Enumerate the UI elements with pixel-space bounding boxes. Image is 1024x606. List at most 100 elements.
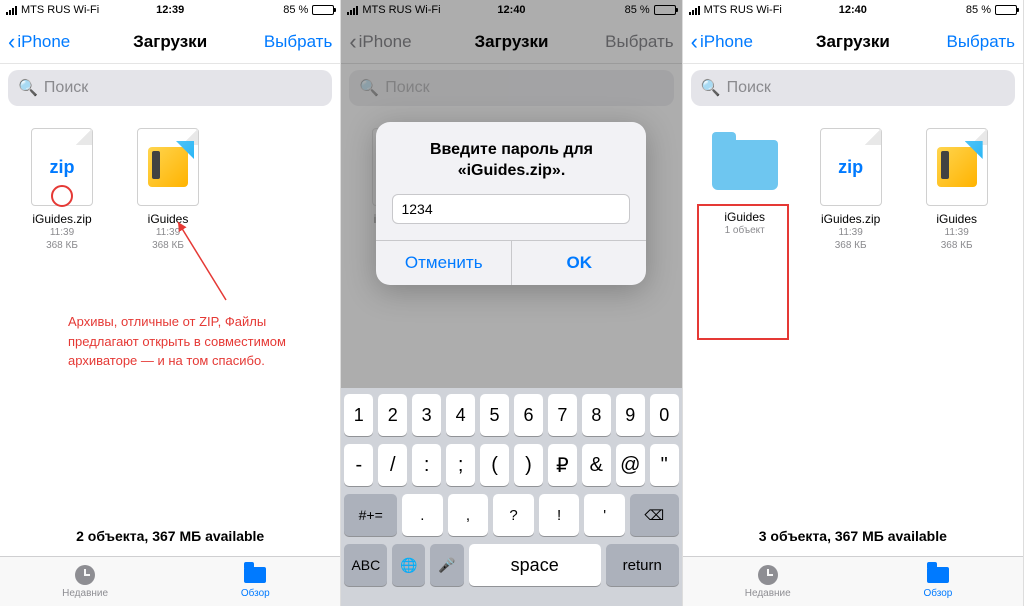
- status-bar: MTS RUS Wi-Fi 12:40 85 %: [683, 0, 1023, 20]
- file-name: iGuides.zip: [807, 212, 895, 226]
- keyboard: 1 2 3 4 5 6 7 8 9 0 - / : ; ( ) ₽ & @ " …: [341, 388, 681, 606]
- password-input[interactable]: [392, 194, 630, 224]
- key-symbol-switch[interactable]: #+=: [344, 494, 397, 536]
- key-0[interactable]: 0: [650, 394, 679, 436]
- key-mic[interactable]: 🎤: [430, 544, 463, 586]
- tab-recent[interactable]: Недавние: [683, 557, 853, 606]
- key-4[interactable]: 4: [446, 394, 475, 436]
- key-apostrophe[interactable]: ': [584, 494, 625, 536]
- alert-title: Введите пароль для «iGuides.zip».: [376, 122, 646, 194]
- status-bar: MTS RUS Wi-Fi 12:39 85 %: [0, 0, 340, 20]
- search-icon: 🔍: [701, 78, 721, 98]
- key-exclaim[interactable]: !: [539, 494, 580, 536]
- file-item-archive[interactable]: iGuides 11:39 368 КБ: [913, 128, 1001, 252]
- battery-percent: 85 %: [283, 4, 308, 16]
- carrier-label: MTS RUS Wi-Fi: [21, 4, 99, 16]
- key-slash[interactable]: /: [378, 444, 407, 486]
- search-placeholder: Поиск: [44, 79, 88, 97]
- back-label: iPhone: [17, 32, 70, 52]
- archive-file-icon: [137, 128, 199, 206]
- tab-browse[interactable]: Обзор: [853, 557, 1023, 606]
- chevron-left-icon: ‹: [8, 31, 15, 53]
- file-item-zip[interactable]: zip iGuides.zip 11:39 368 КБ: [18, 128, 106, 252]
- key-quote[interactable]: ": [650, 444, 679, 486]
- select-button[interactable]: Выбрать: [264, 32, 332, 52]
- folder-icon: [244, 567, 266, 583]
- tab-recent[interactable]: Недавние: [0, 557, 170, 606]
- key-abc[interactable]: ABC: [344, 544, 387, 586]
- screen-3: MTS RUS Wi-Fi 12:40 85 % ‹ iPhone Загруз…: [683, 0, 1024, 606]
- key-amp[interactable]: &: [582, 444, 611, 486]
- key-semicolon[interactable]: ;: [446, 444, 475, 486]
- file-item-folder[interactable]: iGuides 1 объект: [701, 128, 789, 252]
- globe-icon: 🌐: [400, 557, 417, 574]
- file-time: 11:39: [18, 226, 106, 239]
- summary-text: 3 объекта, 367 МБ available: [683, 516, 1023, 556]
- key-2[interactable]: 2: [378, 394, 407, 436]
- annotation-text: Архивы, отличные от ZIP, Файлы предлагаю…: [68, 312, 288, 371]
- back-label: iPhone: [700, 32, 753, 52]
- key-period[interactable]: .: [402, 494, 443, 536]
- tab-label: Недавние: [62, 588, 108, 599]
- search-icon: 🔍: [18, 78, 38, 98]
- key-7[interactable]: 7: [548, 394, 577, 436]
- key-question[interactable]: ?: [493, 494, 534, 536]
- back-button[interactable]: ‹ iPhone: [8, 31, 70, 53]
- file-size: 368 КБ: [807, 239, 895, 252]
- content-area: iGuides 1 объект zip iGuides.zip 11:39 3…: [683, 112, 1023, 516]
- ok-button[interactable]: OK: [511, 241, 647, 285]
- key-backspace[interactable]: ⌫: [630, 494, 679, 536]
- search-input[interactable]: 🔍 Поиск: [691, 70, 1015, 106]
- key-6[interactable]: 6: [514, 394, 543, 436]
- cancel-button[interactable]: Отменить: [376, 241, 511, 285]
- keyboard-row-2: - / : ; ( ) ₽ & @ ": [344, 444, 678, 486]
- key-dash[interactable]: -: [344, 444, 373, 486]
- tab-bar: Недавние Обзор: [683, 556, 1023, 606]
- zip-file-icon: zip: [31, 128, 93, 206]
- archive-file-icon: [926, 128, 988, 206]
- key-space[interactable]: space: [469, 544, 601, 586]
- file-item-zip[interactable]: zip iGuides.zip 11:39 368 КБ: [807, 128, 895, 252]
- battery-icon: [995, 5, 1017, 15]
- key-colon[interactable]: :: [412, 444, 441, 486]
- chevron-left-icon: ‹: [691, 31, 698, 53]
- clock-icon: [75, 565, 95, 585]
- clock-icon: [758, 565, 778, 585]
- backspace-icon: ⌫: [644, 507, 664, 524]
- signal-icon: [689, 6, 700, 15]
- file-size: 368 КБ: [913, 239, 1001, 252]
- search-placeholder: Поиск: [727, 79, 771, 97]
- tab-bar: Недавние Обзор: [0, 556, 340, 606]
- page-title: Загрузки: [133, 32, 207, 52]
- key-return[interactable]: return: [606, 544, 679, 586]
- key-globe[interactable]: 🌐: [392, 544, 425, 586]
- file-name: iGuides.zip: [18, 212, 106, 226]
- select-button[interactable]: Выбрать: [947, 32, 1015, 52]
- key-1[interactable]: 1: [344, 394, 373, 436]
- key-comma[interactable]: ,: [448, 494, 489, 536]
- screen-2: MTS RUS Wi-Fi 12:40 85 % ‹ iPhone Загруз…: [341, 0, 682, 606]
- battery-icon: [312, 5, 334, 15]
- keyboard-row-1: 1 2 3 4 5 6 7 8 9 0: [344, 394, 678, 436]
- content-area: zip iGuides.zip 11:39 368 КБ iGuides 11:…: [0, 112, 340, 516]
- back-button[interactable]: ‹ iPhone: [691, 31, 753, 53]
- password-alert: Введите пароль для «iGuides.zip». Отмени…: [376, 122, 646, 285]
- key-paren-open[interactable]: (: [480, 444, 509, 486]
- file-meta: 1 объект: [701, 224, 789, 237]
- tab-label: Недавние: [745, 588, 791, 599]
- status-time: 12:39: [156, 4, 184, 16]
- search-input[interactable]: 🔍 Поиск: [8, 70, 332, 106]
- key-at[interactable]: @: [616, 444, 645, 486]
- key-5[interactable]: 5: [480, 394, 509, 436]
- key-9[interactable]: 9: [616, 394, 645, 436]
- key-paren-close[interactable]: ): [514, 444, 543, 486]
- zip-file-icon: zip: [820, 128, 882, 206]
- key-3[interactable]: 3: [412, 394, 441, 436]
- key-8[interactable]: 8: [582, 394, 611, 436]
- key-ruble[interactable]: ₽: [548, 444, 577, 486]
- file-name: iGuides: [701, 210, 789, 224]
- status-time: 12:40: [839, 4, 867, 16]
- summary-text: 2 объекта, 367 МБ available: [0, 516, 340, 556]
- carrier-label: MTS RUS Wi-Fi: [704, 4, 782, 16]
- tab-browse[interactable]: Обзор: [170, 557, 340, 606]
